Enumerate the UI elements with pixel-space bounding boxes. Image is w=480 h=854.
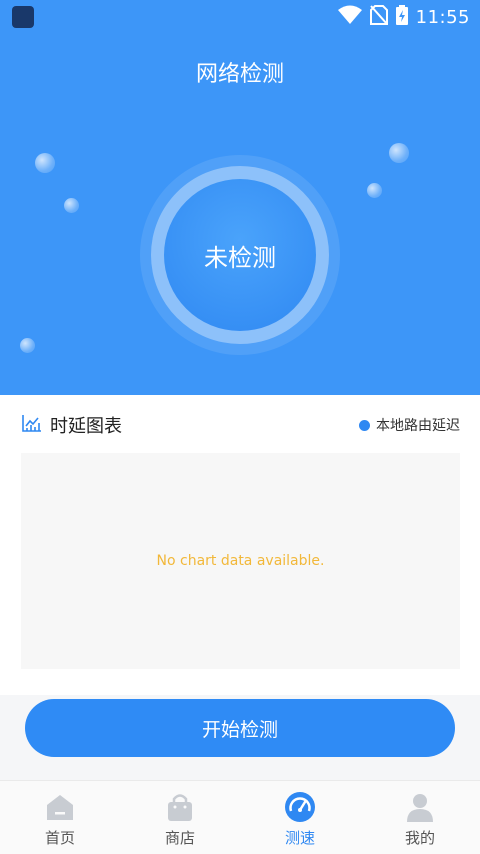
chart-area: No chart data available. — [21, 453, 460, 669]
nav-label: 首页 — [44, 829, 75, 847]
page-title: 网络检测 — [195, 62, 284, 87]
decorative-bubble — [367, 183, 382, 198]
hero-panel: 11:55 网络检测 未检测 — [0, 0, 480, 395]
nav-item-home[interactable]: 首页 — [0, 781, 120, 854]
gauge-status-circle[interactable]: 未检测 — [164, 179, 316, 331]
chart-title: 时延图表 — [50, 416, 122, 437]
wifi-icon — [337, 5, 362, 29]
decorative-bubble — [64, 198, 79, 213]
status-indicators: 11:55 — [337, 5, 470, 29]
nav-label: 测速 — [284, 829, 315, 847]
decorative-bubble — [35, 153, 55, 173]
legend-label: 本地路由延迟 — [376, 418, 460, 434]
chart-header: 时延图表 本地路由延迟 — [22, 412, 460, 438]
line-chart-icon — [22, 414, 42, 436]
no-sim-icon — [369, 5, 388, 29]
legend-dot — [359, 419, 370, 431]
latency-chart-card: 时延图表 本地路由延迟 No chart data available. — [0, 395, 480, 695]
start-detection-button[interactable]: 开始检测 — [25, 699, 455, 757]
decorative-bubble — [389, 143, 409, 163]
chart-legend: 本地路由延迟 — [359, 415, 460, 435]
nav-label: 我的 — [404, 829, 435, 847]
speedometer-icon — [284, 791, 316, 823]
decorative-bubble — [20, 338, 35, 353]
home-icon — [44, 791, 76, 823]
status-time: 11:55 — [415, 6, 470, 28]
status-bar: 11:55 — [0, 0, 480, 34]
battery-charging-icon — [395, 5, 408, 29]
bottom-navigation: 首页 商店 测速 我的 — [0, 780, 480, 854]
user-icon — [404, 791, 436, 823]
gauge-status-text: 未检测 — [204, 243, 276, 272]
empty-chart-message: No chart data available. — [156, 553, 325, 569]
nav-label: 商店 — [164, 829, 195, 847]
nav-item-profile[interactable]: 我的 — [360, 781, 480, 854]
nav-item-shop[interactable]: 商店 — [120, 781, 240, 854]
nav-item-speedtest[interactable]: 测速 — [240, 781, 360, 854]
app-notification-icon — [12, 6, 34, 28]
shopping-bag-icon — [164, 791, 196, 823]
